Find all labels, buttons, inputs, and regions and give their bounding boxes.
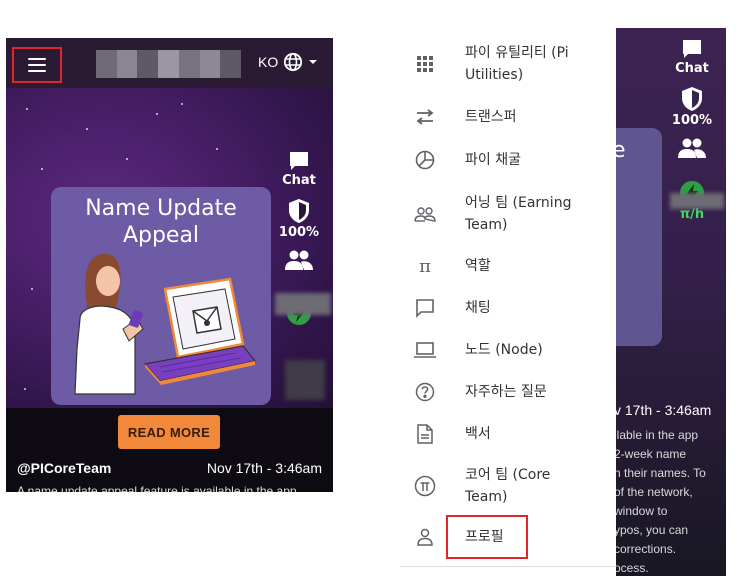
- drawer-item-node[interactable]: 노드 (Node): [400, 339, 616, 361]
- top-bar: KO: [6, 38, 333, 88]
- team-shortcut[interactable]: [279, 250, 319, 270]
- core-team-icon: [414, 475, 436, 497]
- mining-icon: [414, 149, 436, 171]
- blurred-username: [96, 50, 242, 78]
- drawer-item-label: 자주하는 질문: [465, 384, 547, 400]
- drawer-item-label: 역할: [465, 258, 491, 274]
- drawer-item-label: 노드 (Node): [465, 342, 543, 358]
- blurred-value: [285, 360, 325, 400]
- drawer-item-transfer[interactable]: 트랜스퍼: [400, 106, 616, 128]
- drawer-item-label: 트랜스퍼: [465, 109, 517, 125]
- menu-button[interactable]: [12, 47, 62, 83]
- profile-highlight-box: [446, 515, 528, 559]
- drawer-item-label: 파이 유틸리티 (Pi Utilities): [465, 45, 569, 83]
- drawer-item-label: 어닝 팀 (Earning Team): [465, 195, 572, 233]
- drawer-item-label: 채팅: [465, 300, 491, 316]
- drawer-item-core-team[interactable]: 코어 팀 (Core Team): [400, 464, 616, 508]
- chat-bubble-icon: [414, 297, 436, 319]
- post-footer: READ MORE @PICoreTeam Nov 17th - 3:46am …: [6, 408, 333, 492]
- drawer-item-label: 백서: [465, 426, 491, 442]
- card-title: Name Update Appeal: [85, 196, 237, 248]
- navigation-drawer: 파이 유틸리티 (Pi Utilities) 트랜스퍼 파이 채굴 어닝 팀 (…: [400, 28, 616, 576]
- main-banner: Name Update Appeal Chat 100%: [6, 88, 333, 408]
- drawer-item-pi-utilities[interactable]: 파이 유틸리티 (Pi Utilities): [400, 42, 616, 86]
- chat-shortcut[interactable]: Chat: [672, 38, 712, 76]
- team-icon: [678, 138, 706, 158]
- shield-icon: [682, 87, 702, 111]
- language-code: KO: [258, 54, 279, 70]
- drawer-item-earning-team[interactable]: 어닝 팀 (Earning Team): [400, 192, 616, 236]
- globe-icon: [284, 52, 303, 72]
- person-icon: [414, 526, 436, 548]
- chevron-down-icon: [309, 60, 318, 64]
- screenshot-stage: KO Name Update Appeal Chat 100% READ MOR…: [0, 0, 743, 576]
- security-shortcut[interactable]: 100%: [279, 198, 319, 240]
- chat-shortcut[interactable]: Chat: [279, 150, 319, 188]
- left-app-screen: KO Name Update Appeal Chat 100% READ MOR…: [6, 38, 333, 492]
- post-snippet-partial: ilable in the app 2-week name n their na…: [614, 428, 706, 575]
- drawer-item-mining[interactable]: 파이 채굴: [400, 149, 616, 171]
- drawer-item-label: 파이 채굴: [465, 152, 521, 168]
- news-card[interactable]: Name Update Appeal: [51, 187, 271, 405]
- earning-team-icon: [414, 203, 436, 225]
- post-date: Nov 17th - 3:46am: [206, 460, 322, 476]
- post-date: v 17th - 3:46am: [614, 402, 712, 418]
- post-snippet: A name update appeal feature is availabl…: [17, 484, 297, 492]
- drawer-item-whitepaper[interactable]: 백서: [400, 423, 616, 445]
- pi-icon: π: [419, 255, 431, 277]
- language-selector[interactable]: KO: [258, 52, 318, 72]
- drawer-item-chat[interactable]: 채팅: [400, 297, 616, 319]
- news-card-partial: e: [612, 128, 662, 346]
- drawer-item-role[interactable]: π 역할: [400, 255, 616, 277]
- team-icon: [285, 250, 313, 270]
- chat-icon: [290, 152, 308, 170]
- drawer-item-faq[interactable]: 자주하는 질문: [400, 381, 616, 403]
- help-icon: [414, 381, 436, 403]
- blurred-value: [275, 293, 331, 315]
- team-shortcut[interactable]: [672, 138, 712, 158]
- drawer-item-label: 코어 팀 (Core Team): [465, 467, 551, 505]
- document-icon: [414, 423, 436, 445]
- security-shortcut[interactable]: 100%: [672, 86, 712, 128]
- laptop-icon: [414, 339, 436, 361]
- shield-icon: [289, 199, 309, 223]
- blurred-value: [670, 193, 724, 209]
- background-app-screen: e Chat 100% π/h v 17th - 3:46am ilable i…: [612, 28, 726, 576]
- read-more-button[interactable]: READ MORE: [118, 415, 220, 449]
- drawer-divider: [400, 566, 616, 567]
- person-laptop-illustration: [74, 254, 257, 395]
- transfer-icon: [414, 106, 436, 128]
- chat-icon: [683, 40, 701, 58]
- post-author: @PICoreTeam: [17, 460, 112, 476]
- grid-icon: [414, 53, 436, 75]
- hamburger-icon: [28, 58, 46, 72]
